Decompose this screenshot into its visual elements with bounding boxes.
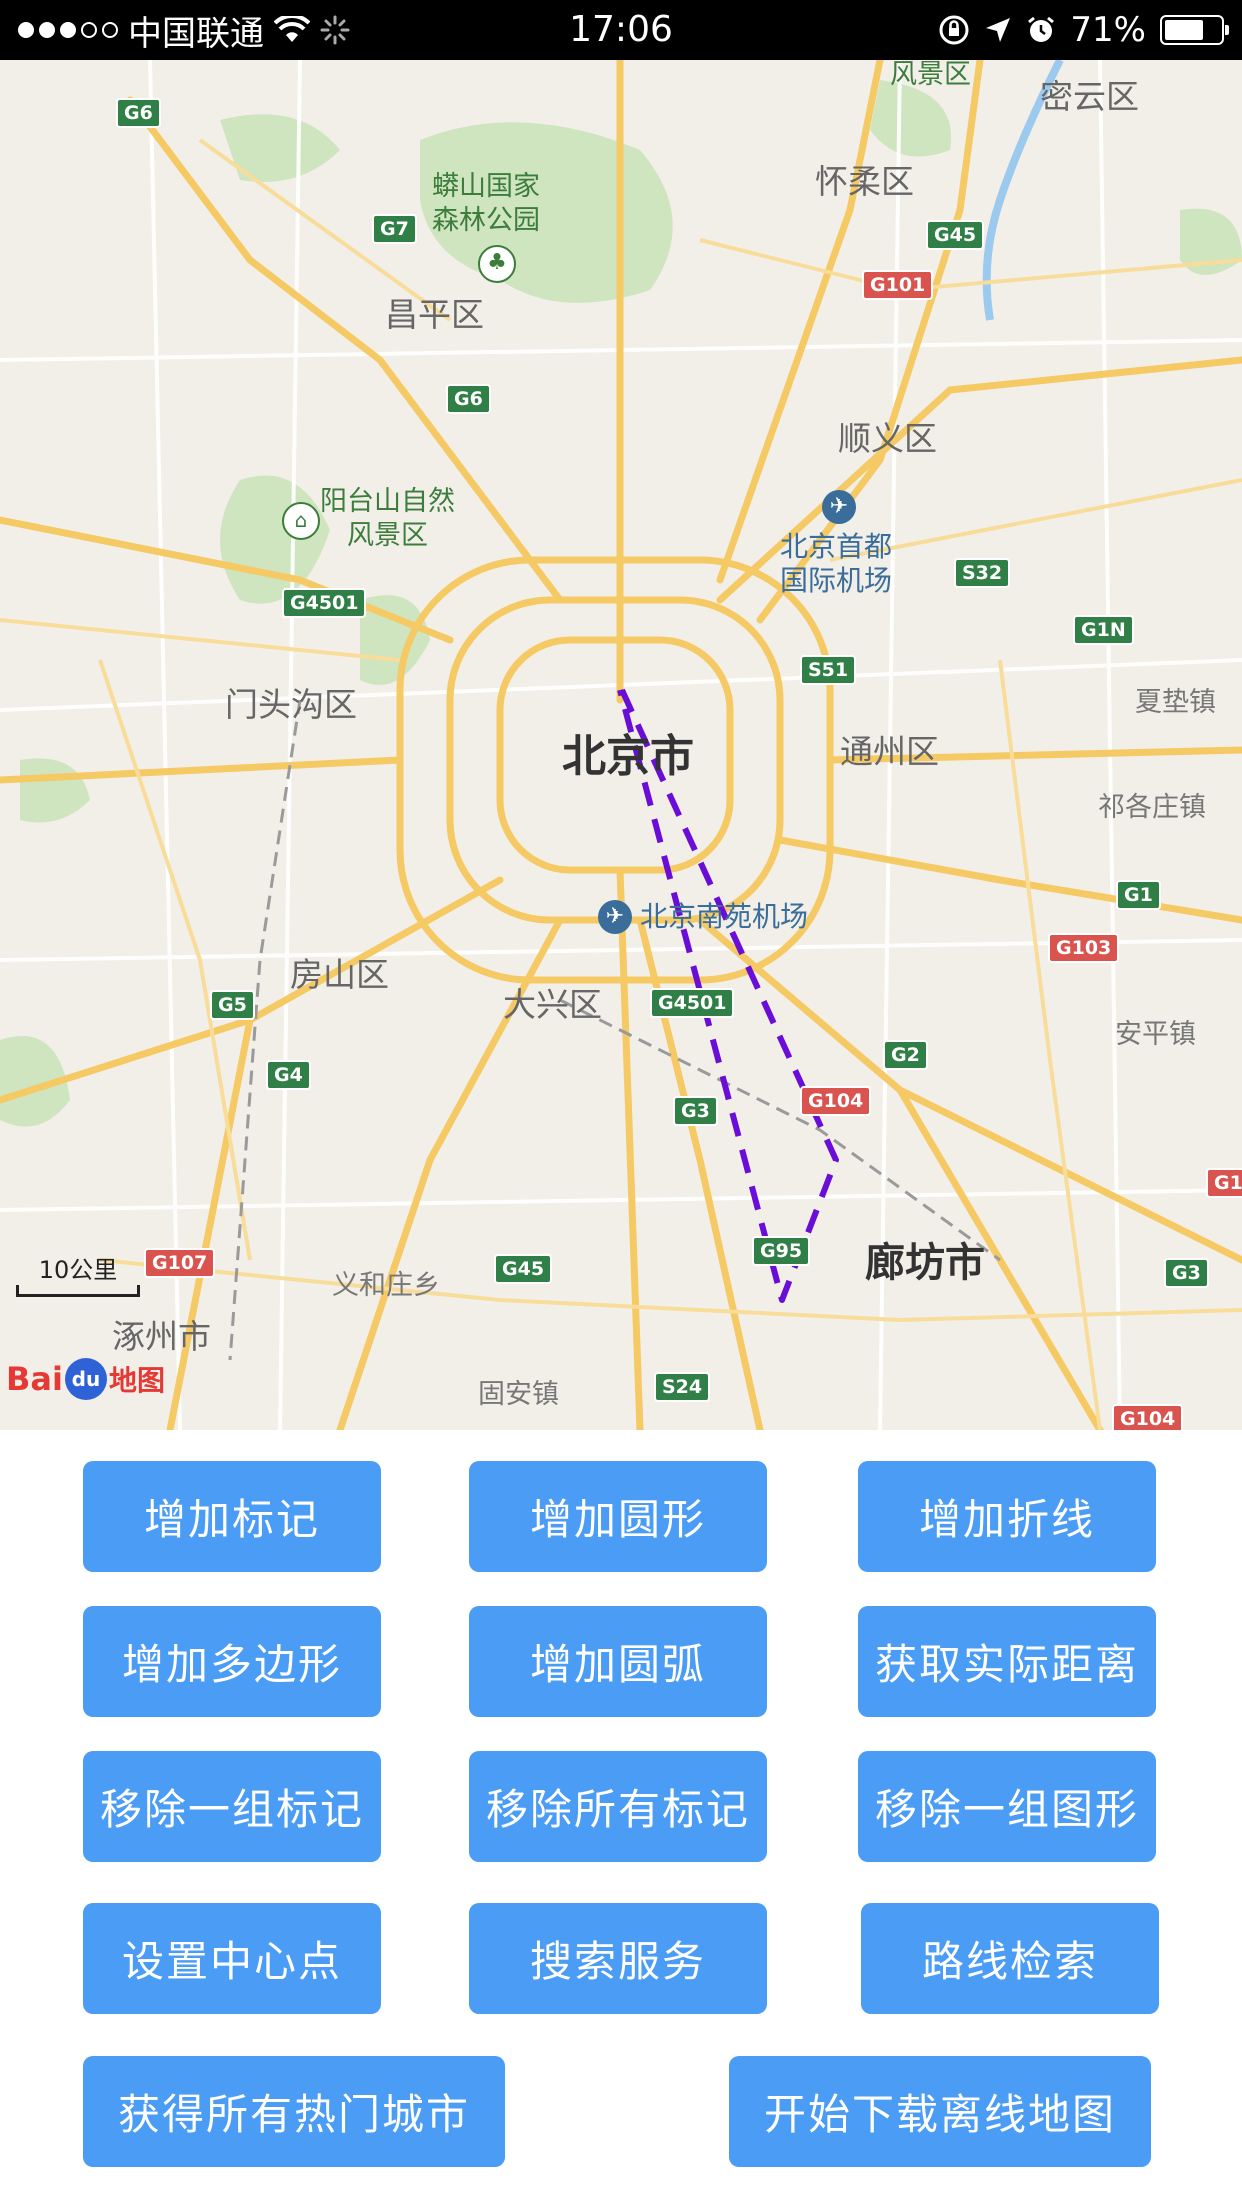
city-label-beijing: 北京市 <box>562 731 694 782</box>
road-shield: S32 <box>954 558 1011 588</box>
road-shield: G3 <box>673 1096 718 1126</box>
road-shield: G10 <box>1206 1168 1242 1198</box>
scenic-icon: ⌂ <box>282 502 320 540</box>
town-label: 涿州市 <box>112 1317 211 1356</box>
road-shield: G103 <box>1048 933 1120 963</box>
signal-strength-icon <box>18 22 118 38</box>
battery-icon <box>1160 15 1229 45</box>
road-shield: G6 <box>116 98 161 128</box>
road-shield: G1 <box>1116 880 1161 910</box>
road-shield: G104 <box>800 1086 872 1116</box>
road-shield: G7 <box>372 214 417 244</box>
airport-label: 北京南苑机场 <box>640 900 809 933</box>
airport-label: 北京首都 国际机场 <box>780 530 893 597</box>
add-circle-button[interactable]: 增加圆形 <box>469 1461 767 1572</box>
district-label: 通州区 <box>840 732 939 771</box>
district-label: 怀柔区 <box>815 162 914 201</box>
district-label: 密云区 <box>1040 77 1139 116</box>
add-arc-button[interactable]: 增加圆弧 <box>469 1606 767 1717</box>
add-polyline-button[interactable]: 增加折线 <box>858 1461 1156 1572</box>
road-shield: G101 <box>862 270 934 300</box>
map-view[interactable]: 密云区 怀柔区 昌平区 顺义区 门头沟区 通州区 房山区 大兴区 北京市 廊坊市… <box>0 60 1242 1430</box>
road-shield: G45 <box>494 1254 553 1284</box>
search-service-button[interactable]: 搜索服务 <box>469 1903 767 2014</box>
road-shield: G4 <box>266 1060 311 1090</box>
get-distance-button[interactable]: 获取实际距离 <box>858 1606 1156 1717</box>
city-label-langfang: 廊坊市 <box>865 1240 985 1286</box>
battery-fill <box>1165 20 1204 40</box>
district-label: 顺义区 <box>838 419 937 458</box>
town-label: 固安镇 <box>478 1379 559 1410</box>
add-marker-button[interactable]: 增加标记 <box>83 1461 381 1572</box>
road-shield: S51 <box>800 655 857 685</box>
logo-text: Bai <box>6 1360 63 1398</box>
status-right: 71% <box>938 10 1229 50</box>
baidu-map-logo: Bai du 地图 <box>6 1358 165 1400</box>
town-label: 夏垫镇 <box>1135 687 1216 718</box>
road-shield: G3 <box>1164 1258 1209 1288</box>
road-shield: G95 <box>752 1236 811 1266</box>
road-shield: S24 <box>654 1372 711 1402</box>
town-label: 安平镇 <box>1115 1019 1196 1050</box>
remove-all-markers-button[interactable]: 移除所有标记 <box>469 1751 767 1862</box>
town-label: 祁各庄镇 <box>1098 792 1206 823</box>
download-offline-map-button[interactable]: 开始下载离线地图 <box>729 2056 1151 2167</box>
road-shield: G1N <box>1073 615 1134 645</box>
road-shield: G107 <box>144 1248 216 1278</box>
remove-marker-group-button[interactable]: 移除一组标记 <box>83 1751 381 1862</box>
battery-percent: 71% <box>1070 10 1146 50</box>
road-shield: G4501 <box>282 588 367 618</box>
district-label: 大兴区 <box>503 985 602 1024</box>
scale-bar <box>16 1285 140 1297</box>
set-center-button[interactable]: 设置中心点 <box>83 1903 381 2014</box>
location-arrow-icon <box>986 18 1011 42</box>
orientation-lock-icon <box>939 15 969 45</box>
airport-icon: ✈ <box>598 900 632 934</box>
airport-icon: ✈ <box>822 490 856 524</box>
scale-label: 10公里 <box>38 1256 118 1284</box>
loading-spinner-icon <box>320 15 350 45</box>
wifi-icon <box>274 16 310 42</box>
district-label: 门头沟区 <box>225 685 357 724</box>
alarm-icon <box>1028 16 1055 42</box>
status-bar: 中国联通 17:06 71% <box>0 0 1242 60</box>
road-shield: G6 <box>446 384 491 414</box>
park-label: 蟒山国家 森林公园 <box>432 171 540 236</box>
park-label: 阳台山自然 风景区 <box>320 486 455 551</box>
road-shield: G104 <box>1112 1404 1184 1430</box>
status-left: 中国联通 <box>18 10 350 54</box>
district-label: 昌平区 <box>385 295 484 334</box>
get-hot-cities-button[interactable]: 获得所有热门城市 <box>83 2056 505 2167</box>
town-label: 风景区 <box>890 60 971 90</box>
map-scale: 10公里 <box>16 1250 140 1297</box>
road-shield: G2 <box>883 1040 928 1070</box>
remove-shape-group-button[interactable]: 移除一组图形 <box>858 1751 1156 1862</box>
town-label: 义和庄乡 <box>332 1270 440 1301</box>
road-shield: G45 <box>926 220 985 250</box>
add-polygon-button[interactable]: 增加多边形 <box>83 1606 381 1717</box>
park-icon: ♣ <box>478 245 516 283</box>
carrier-label: 中国联通 <box>128 13 264 54</box>
baidu-paw-icon: du <box>64 1358 107 1400</box>
route-search-button[interactable]: 路线检索 <box>861 1903 1159 2014</box>
logo-text: 地图 <box>108 1364 165 1397</box>
logo-text-mid: du <box>71 1367 101 1391</box>
district-label: 房山区 <box>290 955 389 994</box>
road-shield: G4501 <box>650 988 735 1018</box>
road-shield: G5 <box>210 990 255 1020</box>
